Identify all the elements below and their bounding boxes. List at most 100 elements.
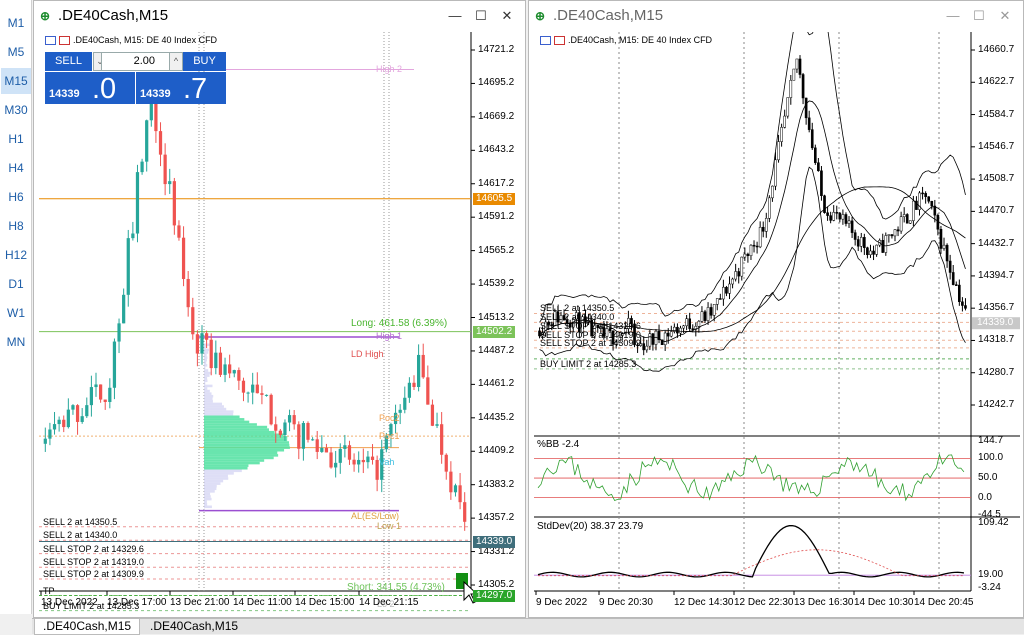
- candle-body: [814, 148, 816, 163]
- volume-profile-bar: [204, 464, 248, 467]
- volume-profile-bar: [204, 379, 207, 382]
- candle-body: [713, 304, 715, 315]
- timeframe-m1-button[interactable]: M1: [1, 10, 31, 36]
- timeframe-d1-button[interactable]: D1: [1, 271, 31, 297]
- volume-input[interactable]: 2.00: [101, 52, 170, 71]
- candle-body: [371, 457, 374, 460]
- candle-body: [122, 295, 125, 324]
- candle-body: [741, 257, 743, 276]
- candle-body: [759, 227, 761, 247]
- candle-body: [784, 116, 786, 127]
- candle-body: [136, 172, 139, 233]
- price-axis-label: 14461.2: [478, 378, 514, 389]
- candle-body: [866, 248, 868, 255]
- volume-profile-bar: [204, 431, 275, 434]
- volume-profile-bar: [204, 439, 287, 442]
- buy-price-button[interactable]: 14339 .7: [136, 72, 226, 104]
- chart-canvas[interactable]: [39, 32, 522, 615]
- candle-body: [876, 245, 878, 254]
- price-axis-label: 14584.7: [978, 109, 1014, 120]
- price-axis-label: 14432.7: [978, 238, 1014, 249]
- candle-body: [251, 385, 254, 393]
- time-axis-label: 14 Dec 11:00: [233, 597, 292, 608]
- window-title: .DE40Cash,M15: [553, 7, 663, 24]
- close-button[interactable]: ✕: [993, 6, 1017, 26]
- time-axis-label: 14 Dec 20:45: [914, 597, 974, 608]
- candle-body: [223, 364, 226, 374]
- price-tag: 14502.2: [473, 326, 515, 338]
- buy-button[interactable]: BUY: [183, 52, 226, 71]
- timeframe-m15-button[interactable]: M15: [1, 68, 31, 94]
- time-axis-label: 13 Dec 16:30: [794, 597, 854, 608]
- price-axis-label: 14513.2: [478, 312, 514, 323]
- order-label[interactable]: SELL 2 at 14350.5: [43, 517, 117, 527]
- window-titlebar[interactable]: ⊕ .DE40Cash,M15 — ☐ ✕: [529, 1, 1023, 32]
- candle-body: [53, 424, 56, 429]
- volume-up-button[interactable]: ^: [169, 52, 183, 71]
- stddev-line: [538, 526, 964, 577]
- timeframe-h8-button[interactable]: H8: [1, 213, 31, 239]
- minimize-button[interactable]: —: [941, 6, 965, 26]
- candle-body: [704, 312, 706, 321]
- timeframe-h4-button[interactable]: H4: [1, 155, 31, 181]
- candle-body: [422, 355, 425, 377]
- candle-body: [228, 364, 231, 373]
- price-axis-label: 14487.2: [478, 345, 514, 356]
- close-button[interactable]: ✕: [495, 6, 519, 26]
- bb-axis-label: 100.0: [978, 452, 1003, 463]
- chart-window-2: ⊕ .DE40Cash,M15 — ☐ ✕ .DE40Cash, M15: DE…: [528, 0, 1024, 618]
- timeframe-h12-button[interactable]: H12: [1, 242, 31, 268]
- order-label[interactable]: SELL STOP 2 at 14319.0: [43, 557, 144, 567]
- price-axis-label: 14280.7: [978, 367, 1014, 378]
- volume-profile-bar: [204, 490, 215, 493]
- volume-profile-bar: [204, 467, 248, 470]
- price-axis-label: 14383.2: [478, 479, 514, 490]
- volume-profile-bar: [204, 482, 220, 485]
- volume-profile-bar: [204, 374, 210, 377]
- candle-body: [94, 384, 97, 387]
- maximize-button[interactable]: ☐: [967, 6, 991, 26]
- candle-body: [961, 302, 963, 306]
- timeframe-m5-button[interactable]: M5: [1, 39, 31, 65]
- volume-profile-bar: [204, 436, 287, 439]
- chart-tab[interactable]: .DE40Cash,M15: [142, 619, 246, 635]
- candle-body: [765, 218, 767, 231]
- timeframe-mn-button[interactable]: MN: [1, 329, 31, 355]
- volume-profile-bar: [204, 506, 212, 509]
- candle-body: [670, 332, 672, 337]
- candle-body: [288, 415, 291, 422]
- candle-body: [325, 448, 328, 453]
- window-titlebar[interactable]: ⊕ .DE40Cash,M15 — ☐ ✕: [34, 1, 525, 32]
- candle-body: [343, 445, 346, 449]
- candle-body: [897, 230, 899, 231]
- order-label[interactable]: SELL STOP 2 at 14309.9: [43, 569, 144, 579]
- candle-body: [113, 342, 116, 388]
- timeframe-w1-button[interactable]: W1: [1, 300, 31, 326]
- timeframe-h1-button[interactable]: H1: [1, 126, 31, 152]
- order-label[interactable]: SELL STOP 2 at 14309.9: [540, 338, 641, 348]
- order-label[interactable]: TP: [43, 586, 55, 596]
- candle-body: [200, 333, 203, 353]
- candle-body: [716, 298, 718, 304]
- sell-price-button[interactable]: 14339 .0: [45, 72, 135, 104]
- price-chart[interactable]: .DE40Cash, M15: DE 40 Index CFD 14660.71…: [534, 32, 1020, 615]
- timeframe-h6-button[interactable]: H6: [1, 184, 31, 210]
- order-label[interactable]: SELL 2 at 14340.0: [43, 530, 117, 540]
- order-label[interactable]: SELL STOP 2 at 14329.6: [43, 544, 144, 554]
- volume-profile-bar: [204, 500, 207, 503]
- timeframe-m30-button[interactable]: M30: [1, 97, 31, 123]
- candle-body: [735, 271, 737, 279]
- price-chart[interactable]: .DE40Cash, M15: DE 40 Index CFD SELL ⌄ 2…: [39, 32, 522, 615]
- candle-body: [449, 472, 452, 493]
- chart-tab[interactable]: .DE40Cash,M15: [34, 619, 140, 635]
- candle-body: [667, 333, 669, 336]
- minimize-button[interactable]: —: [443, 6, 467, 26]
- order-label[interactable]: BUY LIMIT 2 at 14285.3: [540, 359, 636, 369]
- maximize-button[interactable]: ☐: [469, 6, 493, 26]
- candle-body: [219, 353, 222, 375]
- candle-body: [168, 181, 171, 184]
- volume-profile-bar: [204, 356, 207, 359]
- volume-profile-bar: [204, 359, 207, 362]
- candle-body: [145, 120, 148, 161]
- sell-button[interactable]: SELL: [45, 52, 92, 71]
